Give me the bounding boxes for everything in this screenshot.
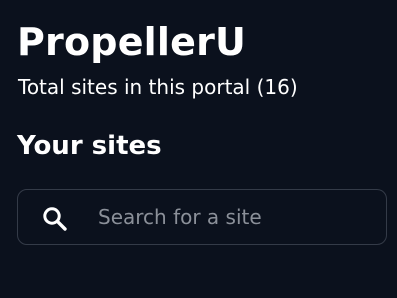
search-icon	[43, 207, 67, 231]
site-search-input[interactable]	[98, 198, 378, 236]
site-selector-page: PropellerU Total sites in this portal (1…	[0, 0, 397, 298]
site-search-box[interactable]	[17, 189, 387, 245]
total-sites-count: Total sites in this portal (16)	[18, 75, 298, 99]
your-sites-heading: Your sites	[17, 131, 162, 161]
portal-title: PropellerU	[17, 20, 247, 64]
